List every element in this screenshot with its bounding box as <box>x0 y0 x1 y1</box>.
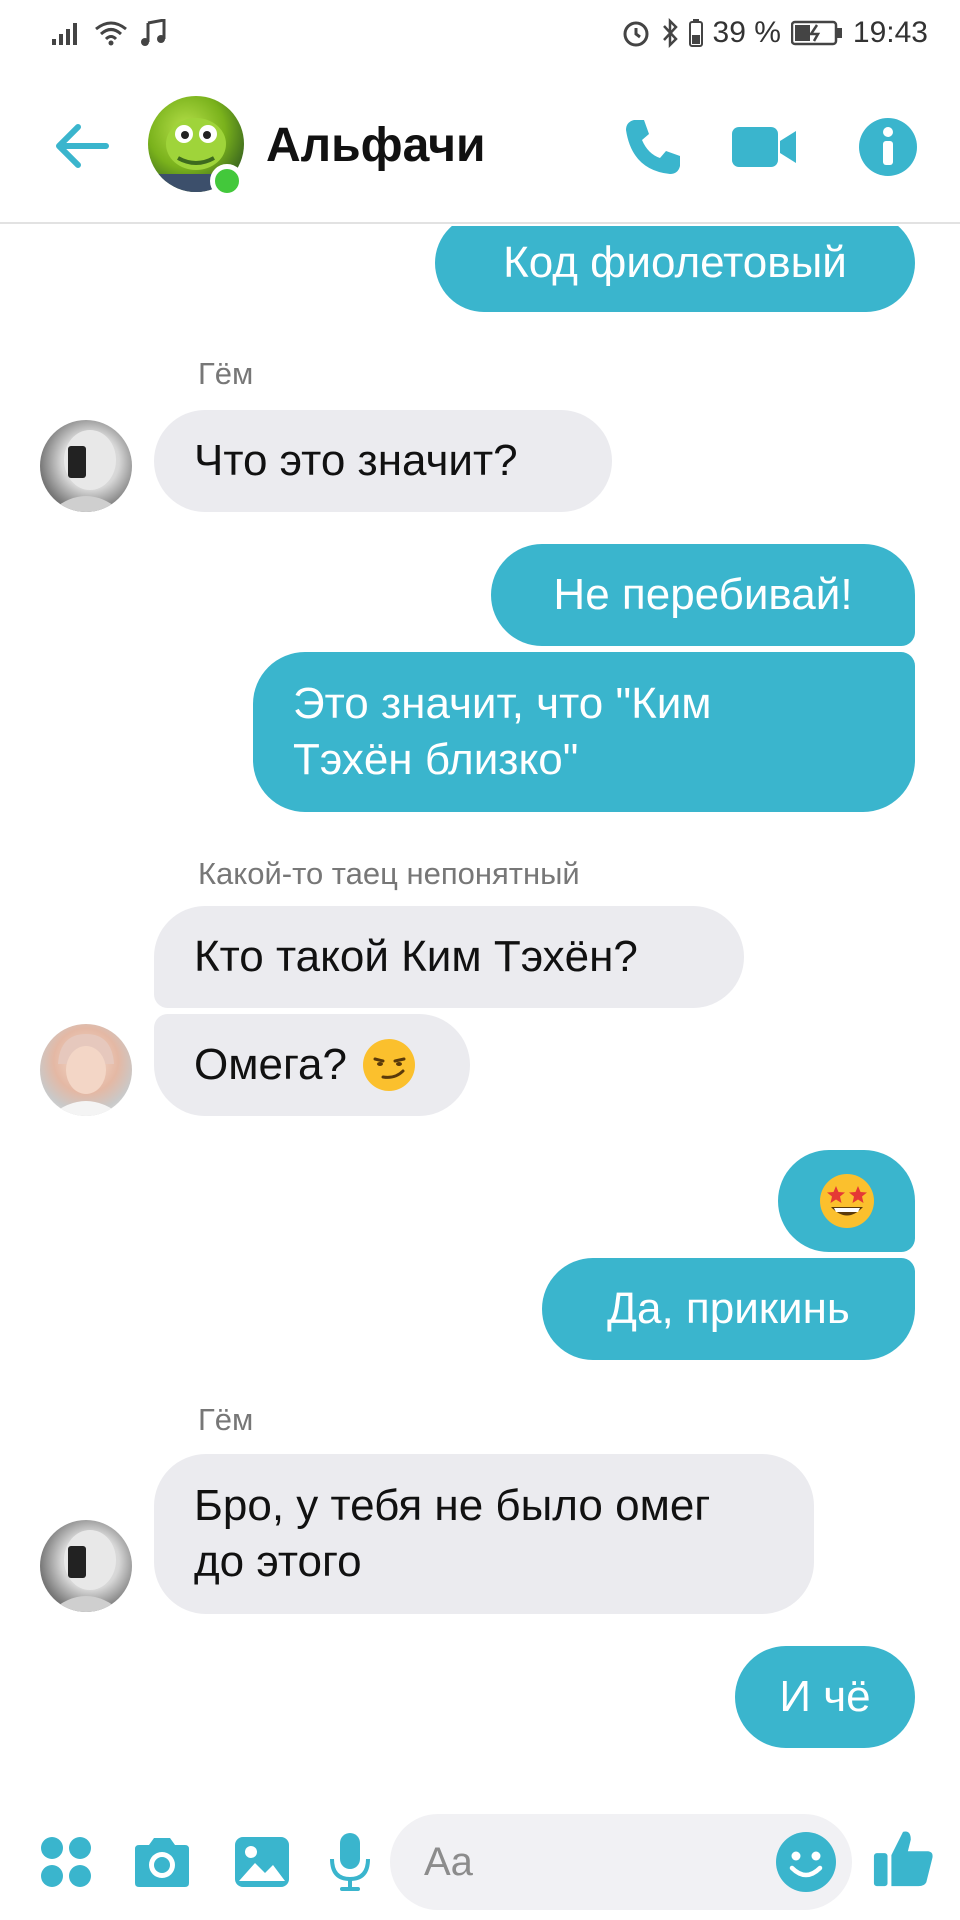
incoming-message[interactable]: Кто такой Ким Тэхён? <box>154 906 744 1008</box>
composer-bar <box>0 1800 960 1920</box>
four-dots-icon <box>41 1837 91 1887</box>
info-button[interactable] <box>853 112 923 182</box>
bluetooth-icon <box>661 18 679 48</box>
microphone-icon <box>330 1833 370 1891</box>
image-icon <box>235 1837 289 1887</box>
signal-icon <box>52 21 82 45</box>
message-text: Да, прикинь <box>607 1284 850 1333</box>
message-composer[interactable] <box>390 1814 852 1910</box>
message-text: Кто такой Ким Тэхён? <box>194 932 638 981</box>
sender-name: Гём <box>198 1402 254 1437</box>
incoming-message[interactable]: Бро, у тебя не было омег до этого <box>154 1454 814 1614</box>
alarm-icon <box>621 18 651 48</box>
arrow-left-icon <box>56 124 109 168</box>
sender-avatar[interactable] <box>40 420 132 512</box>
phone-icon <box>626 120 680 174</box>
battery-charging-icon <box>790 20 843 46</box>
message-text: Что это значит? <box>194 436 518 485</box>
message-list[interactable]: Код фиолетовый Гём Что это значит? Не пе… <box>0 226 960 1796</box>
smiley-icon <box>776 1832 836 1892</box>
message-line: Тэхён близко" <box>293 735 579 784</box>
chat-title: Альфачи <box>266 119 486 172</box>
sender-name: Гём <box>198 356 254 391</box>
gallery-button[interactable] <box>230 1830 294 1894</box>
clock-time: 19:43 <box>852 16 928 49</box>
battery-small-icon <box>688 19 703 47</box>
message-line: Бро, у тебя не было омег <box>194 1481 711 1530</box>
outgoing-message[interactable]: Да, прикинь <box>542 1258 915 1360</box>
battery-percent: 39 % <box>712 16 781 49</box>
outgoing-message[interactable]: И чё <box>735 1646 915 1748</box>
message-text: Код фиолетовый <box>503 238 847 287</box>
video-camera-icon <box>732 127 796 167</box>
thumbs-up-icon <box>873 1831 933 1887</box>
person-with-phone-icon <box>50 1530 122 1612</box>
person-with-phone-icon <box>50 430 122 512</box>
message-line: Это значит, что "Ким <box>293 679 712 728</box>
message-text: Омега? <box>194 1040 347 1089</box>
message-text: Не перебивай! <box>553 570 853 619</box>
sender-avatar[interactable] <box>40 1520 132 1612</box>
chat-header: Альфачи <box>0 72 960 224</box>
incoming-message[interactable]: Омега? <box>154 1014 470 1116</box>
outgoing-message[interactable]: Не перебивай! <box>491 544 915 646</box>
more-actions-button[interactable] <box>34 1830 98 1894</box>
smirking-face-icon <box>362 1039 415 1091</box>
status-left <box>52 19 168 47</box>
message-text: И чё <box>779 1672 871 1721</box>
wifi-icon <box>94 20 128 46</box>
music-note-icon <box>140 19 168 47</box>
message-line: до этого <box>194 1537 362 1586</box>
outgoing-emoji-message[interactable] <box>778 1150 915 1252</box>
sender-name: Какой-то таец непонятный <box>198 856 580 891</box>
online-status-dot <box>210 164 244 198</box>
camera-button[interactable] <box>130 1830 194 1894</box>
sender-avatar[interactable] <box>40 1024 132 1116</box>
like-button[interactable] <box>872 1826 936 1890</box>
outgoing-message[interactable]: Это значит, что "Ким Тэхён близко" <box>253 652 915 812</box>
back-button[interactable] <box>52 116 112 176</box>
incoming-message[interactable]: Что это значит? <box>154 410 612 512</box>
voice-call-button[interactable] <box>618 112 688 182</box>
status-right: 39 % 19:43 <box>621 16 928 50</box>
camera-icon <box>135 1838 189 1887</box>
star-struck-face-icon <box>819 1174 874 1228</box>
voice-message-button[interactable] <box>318 1830 382 1894</box>
status-bar: 39 % 19:43 <box>0 0 960 66</box>
message-input[interactable] <box>424 1839 724 1885</box>
person-portrait-icon <box>50 1034 122 1116</box>
emoji-button[interactable] <box>774 1830 838 1894</box>
outgoing-message[interactable]: Код фиолетовый <box>435 226 915 312</box>
video-call-button[interactable] <box>730 112 800 182</box>
info-icon <box>859 118 917 176</box>
